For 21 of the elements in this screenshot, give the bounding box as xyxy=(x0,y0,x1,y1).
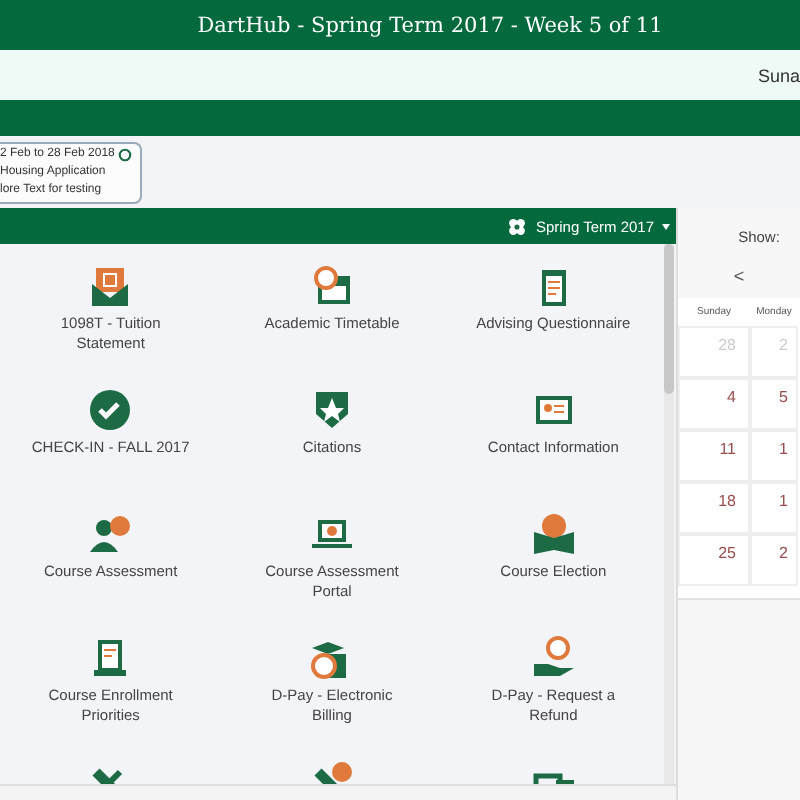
day-cell[interactable]: 4 xyxy=(678,378,750,430)
hand-coin-icon[interactable] xyxy=(531,636,576,680)
flower-icon xyxy=(505,215,528,237)
caret-icon xyxy=(662,223,670,229)
day-cell[interactable]: 18 xyxy=(678,482,750,534)
check-circle-icon[interactable] xyxy=(88,388,133,432)
day-cell[interactable]: 2 xyxy=(750,534,798,586)
prev-button[interactable]: < xyxy=(733,266,745,286)
scroll-thumb[interactable] xyxy=(664,244,674,394)
day-cell[interactable]: 25 xyxy=(678,534,750,586)
day-cell[interactable]: 1 xyxy=(750,482,798,534)
circle-icon[interactable] xyxy=(118,147,133,161)
page-title: DartHub - Spring Term 2017 - Week 5 of 11 xyxy=(195,13,663,37)
person-chat-icon[interactable] xyxy=(88,512,133,556)
envelope-icon[interactable] xyxy=(88,264,133,308)
day-cell[interactable]: 5 xyxy=(750,378,798,430)
day-cell[interactable]: 1 xyxy=(750,430,798,482)
user-name[interactable]: Suna xyxy=(757,65,800,85)
day-cell[interactable]: 11 xyxy=(678,430,750,482)
book-icon[interactable] xyxy=(531,512,576,556)
scrollbar[interactable] xyxy=(664,244,674,784)
